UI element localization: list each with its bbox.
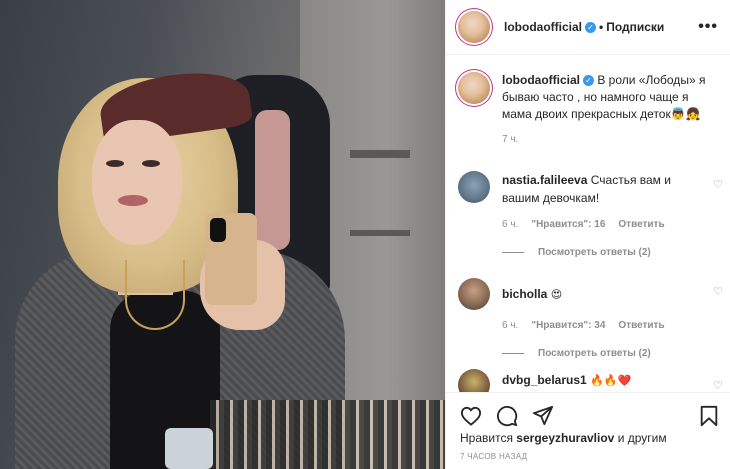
more-options-icon[interactable]: ••• [698,18,718,36]
comment-time[interactable]: 6 ч. [502,219,518,230]
liked-by-username[interactable]: sergeyzhuravliov [516,431,614,445]
post-header: lobodaofficial ✓ • Подписки ••• [446,0,730,55]
comment-time[interactable]: 6 ч. [502,320,518,331]
photo-shelf [350,150,410,158]
comment-body: bicholla 😍 [502,278,702,310]
comment-text: 🔥🔥❤️ [590,374,632,387]
comment-username[interactable]: bicholla [502,287,547,301]
post-timestamp[interactable]: 7 ЧАСОВ НАЗАД [446,446,730,461]
comments-feed[interactable]: lobodaofficial ✓ В роли «Лободы» я бываю … [446,56,730,392]
verified-badge-icon: ✓ [583,75,594,87]
photo-eye [142,160,160,167]
likes-summary: Нравится sergeyzhuravliov и другим [446,431,730,446]
post-side-panel: lobodaofficial ✓ • Подписки ••• lobodaof… [445,0,730,469]
view-replies-label: Посмотреть ответы (2) [538,247,651,258]
view-replies-button[interactable]: Посмотреть ответы (2) [502,348,723,359]
likes-others[interactable]: и другим [618,431,667,445]
photo-eye [106,160,124,167]
photo-garment [255,110,290,250]
photo-lips [118,195,148,206]
comment-icon[interactable] [496,405,518,430]
photo-necklace [125,260,185,330]
photo-brushes [210,400,445,469]
comment-username[interactable]: dvbg_belarus1 [502,373,587,387]
commenter-avatar[interactable] [458,278,490,310]
comment-like-heart-icon[interactable]: ♡ [713,178,723,191]
view-replies-button[interactable]: Посмотреть ответы (2) [502,247,723,258]
author-username[interactable]: lobodaofficial [504,20,582,34]
author-avatar[interactable] [458,11,490,43]
photo-shelf [350,230,410,236]
replies-divider [502,252,524,253]
photo-face [92,120,182,245]
comment-reply-button[interactable]: Ответить [618,219,664,230]
bookmark-icon[interactable] [699,405,719,430]
comment-text: 😍 [550,288,563,301]
comment-item: dvbg_belarus1 🔥🔥❤️ ♡ [458,369,723,392]
comment-like-heart-icon[interactable]: ♡ [713,285,723,298]
comment-likes[interactable]: "Нравится": 34 [531,320,605,331]
comment-meta: 6 ч. "Нравится": 16 Ответить [502,219,723,230]
post-actions: Нравится sergeyzhuravliov и другим 7 ЧАС… [446,392,730,469]
author-info: lobodaofficial ✓ • Подписки [504,20,664,34]
action-bar [446,393,730,431]
comment-body: nastia.falileeva Счастья вам и вашим дев… [502,171,702,207]
caption-body: lobodaofficial ✓ В роли «Лободы» я бываю … [502,72,719,148]
likes-prefix: Нравится [460,431,513,445]
caption-avatar[interactable] [458,72,490,104]
comment-item: nastia.falileeva Счастья вам и вашим дев… [458,171,723,258]
heart-icon[interactable] [460,406,482,429]
comment-body: dvbg_belarus1 🔥🔥❤️ [502,369,702,392]
commenter-avatar[interactable] [458,171,490,203]
post-photo[interactable] [0,0,445,469]
comment-like-heart-icon[interactable]: ♡ [713,379,723,392]
view-replies-label: Посмотреть ответы (2) [538,348,651,359]
comment-meta: 6 ч. "Нравится": 34 Ответить [502,320,723,331]
comment-reply-button[interactable]: Ответить [618,320,664,331]
caption-username[interactable]: lobodaofficial [502,73,580,87]
paper-plane-icon[interactable] [532,405,554,429]
comment-item: bicholla 😍 ♡ 6 ч. "Нравится": 34 Ответит… [458,278,723,359]
caption-time[interactable]: 7 ч. [502,131,719,148]
following-button[interactable]: Подписки [606,20,664,34]
replies-divider [502,353,524,354]
photo-jar [165,428,213,469]
separator-dot: • [599,20,604,34]
comment-likes[interactable]: "Нравится": 16 [531,219,605,230]
post-caption: lobodaofficial ✓ В роли «Лободы» я бываю … [446,56,730,148]
photo-phone-camera [210,218,226,242]
commenter-avatar[interactable] [458,369,490,392]
comment-username[interactable]: nastia.falileeva [502,173,587,187]
verified-badge-icon: ✓ [585,21,596,33]
